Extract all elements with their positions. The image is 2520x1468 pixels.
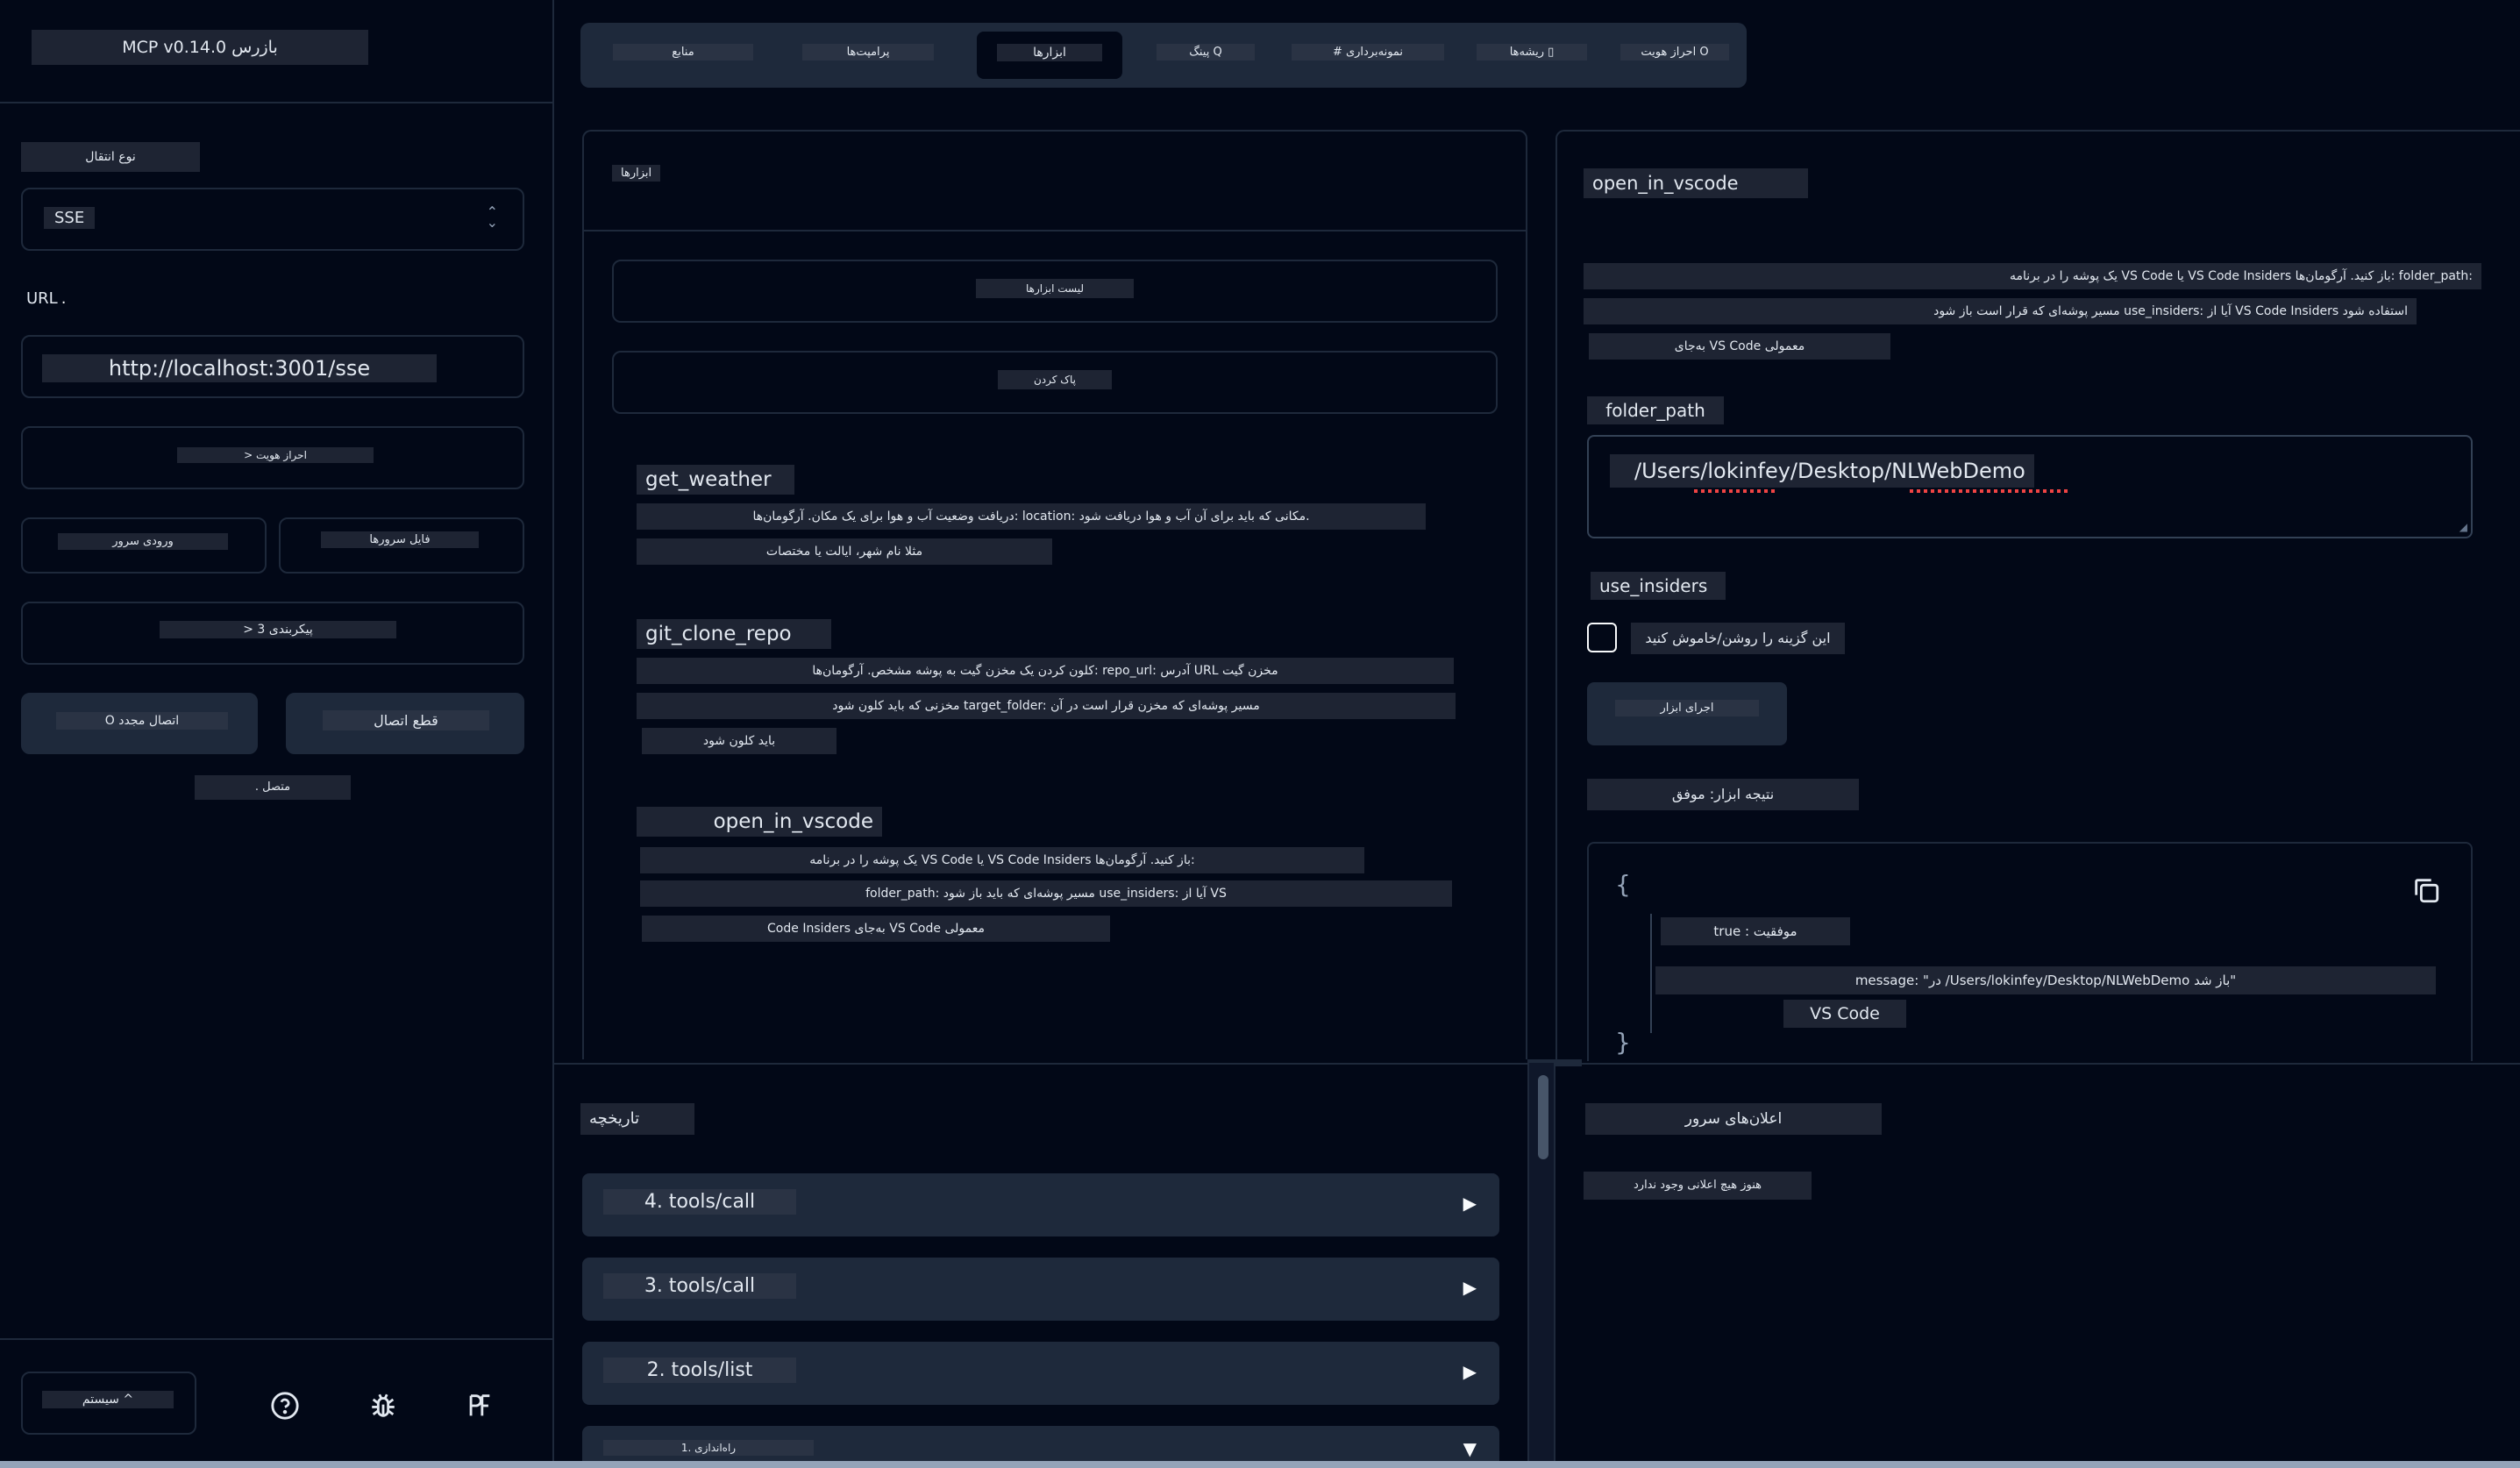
- tool-result-status: نتیجه ابزار: موفق: [1587, 779, 1859, 810]
- tab-prompts[interactable]: پرامپت‌ها: [787, 32, 949, 79]
- history-item[interactable]: 3. tools/call ▶: [582, 1258, 1499, 1321]
- copy-icon[interactable]: [2411, 875, 2441, 905]
- transport-type-label: نوع انتقال: [21, 142, 200, 172]
- sidebar: MCP v0.14.0 بازرس نوع انتقال SSE ⌃ ⌄ URL.…: [0, 0, 554, 1468]
- reconnect-button-label: O اتصال مجدد: [56, 712, 228, 730]
- tab-sampling[interactable]: # نمونه‌برداری: [1285, 32, 1450, 79]
- history-item-label: 1. راه‌اندازی: [603, 1440, 814, 1456]
- transport-type-value: SSE: [44, 207, 96, 229]
- tool-description-line: مخزنی که باید کلون شود target_folder: مس…: [637, 693, 1456, 719]
- history-item-label: 2. tools/list: [603, 1358, 796, 1383]
- json-open-brace: {: [1615, 870, 1631, 899]
- tab-ping[interactable]: پینگ Q: [1145, 32, 1266, 79]
- server-file-button[interactable]: فایل سرورها: [279, 517, 524, 574]
- expand-arrow-icon: ▶: [1463, 1193, 1477, 1214]
- history-scrollbar-thumb[interactable]: [1538, 1075, 1548, 1159]
- tool-detail-description: مسیر پوشه‌ای که قرار است باز شود use_ins…: [1584, 298, 2417, 324]
- json-indent-guide: [1650, 914, 1652, 1033]
- history-item[interactable]: 2. tools/list ▶: [582, 1342, 1499, 1405]
- spellcheck-underline: [1694, 489, 1775, 493]
- tool-item-get-weather[interactable]: get_weather: [637, 465, 794, 495]
- tools-panel-header: ابزارها: [584, 132, 1526, 232]
- tool-description-line: کلون کردن یک مخزن گیت به پوشه مشخص. آرگو…: [637, 658, 1454, 684]
- sidebar-header: MCP v0.14.0 بازرس: [0, 0, 552, 103]
- tab-bar: منابع پرامپت‌ها ابزارها پینگ Q # نمونه‌ب…: [580, 23, 1747, 88]
- authentication-button[interactable]: > احراز هویت: [21, 426, 524, 489]
- folder-path-label: folder_path: [1587, 396, 1724, 424]
- disconnect-button[interactable]: قطع اتصال: [286, 693, 524, 754]
- tab-roots[interactable]: ریشه‌ها ▯: [1466, 32, 1598, 79]
- tab-tools[interactable]: ابزارها: [977, 32, 1122, 79]
- tool-result-json: { true : موفقیت message: "در /Users/loki…: [1587, 842, 2473, 1061]
- server-entry-button[interactable]: ورودی سرور: [21, 517, 267, 574]
- use-insiders-checkbox[interactable]: [1587, 623, 1617, 652]
- tool-detail-panel: open_in_vscode یک پوشه را در برنامه VS C…: [1555, 130, 2520, 1061]
- transport-type-select[interactable]: SSE ⌃ ⌄: [21, 188, 524, 251]
- tab-auth[interactable]: احراز هویت O: [1613, 32, 1736, 79]
- list-tools-button-label: لیست ابزارها: [976, 279, 1134, 298]
- help-icon[interactable]: [270, 1391, 300, 1421]
- expand-arrow-icon: ▶: [1463, 1277, 1477, 1298]
- json-message-continuation: VS Code: [1783, 1000, 1906, 1028]
- history-item[interactable]: 4. tools/call ▶: [582, 1173, 1499, 1236]
- run-tool-button[interactable]: اجرای ابزار: [1587, 682, 1787, 745]
- window-bottom-edge: [0, 1461, 2520, 1468]
- connection-status: . متصل: [195, 775, 351, 800]
- tools-panel: ابزارها لیست ابزارها پاک کردن get_weathe…: [582, 130, 1527, 1059]
- tool-description-line: یک پوشه را در برنامه VS Code یا VS Code …: [640, 847, 1364, 873]
- server-entry-button-label: ورودی سرور: [58, 533, 228, 550]
- server-notifications-title: اعلان‌های سرور: [1585, 1103, 1882, 1135]
- use-insiders-label: use_insiders: [1591, 572, 1726, 600]
- use-insiders-toggle-text: این گزینه را روشن/خاموش کنید: [1631, 623, 1845, 654]
- select-arrows-icon: ⌃ ⌄: [486, 203, 498, 231]
- history-scrollbar[interactable]: [1527, 1063, 1554, 1468]
- configuration-button-label: > 3 پیکربندی: [160, 621, 396, 638]
- spellcheck-underline: [1910, 489, 2068, 493]
- system-theme-button-label: سیستم ^: [42, 1391, 174, 1408]
- github-icon[interactable]: [465, 1391, 495, 1421]
- list-tools-button[interactable]: لیست ابزارها: [612, 260, 1498, 323]
- collapse-arrow-icon: ▼: [1463, 1438, 1477, 1459]
- disconnect-button-label: قطع اتصال: [323, 710, 489, 730]
- configuration-button[interactable]: > 3 پیکربندی: [21, 602, 524, 665]
- app-title: MCP v0.14.0 بازرس: [32, 30, 368, 65]
- folder-path-value: /Users/lokinfey/Desktop/NLWebDemo: [1610, 454, 2034, 488]
- tool-detail-title: open_in_vscode: [1584, 168, 1808, 198]
- expand-arrow-icon: ▶: [1463, 1361, 1477, 1382]
- tools-panel-title: ابزارها: [612, 165, 661, 182]
- system-theme-button[interactable]: سیستم ^: [21, 1372, 196, 1435]
- url-value: http://localhost:3001/sse: [42, 354, 437, 382]
- json-success-line: true : موفقیت: [1661, 917, 1850, 945]
- tool-description-line: مثلا نام شهر، ایالت یا مختصات: [637, 538, 1052, 565]
- server-notifications-panel: اعلان‌های سرور هنوز هیچ اعلانی وجود ندار…: [1554, 1063, 2520, 1468]
- authentication-button-label: > احراز هویت: [177, 447, 374, 463]
- reconnect-button[interactable]: O اتصال مجدد: [21, 693, 258, 754]
- tool-item-open-in-vscode[interactable]: open_in_vscode: [637, 807, 882, 837]
- history-item-label: 3. tools/call: [603, 1273, 796, 1299]
- tool-description-line: folder_path: مسیر پوشه‌ای که باید باز شو…: [640, 880, 1452, 907]
- history-panel: تاریخچه 4. tools/call ▶ 3. tools/call ▶ …: [554, 1063, 1527, 1468]
- run-tool-button-label: اجرای ابزار: [1615, 700, 1759, 716]
- tool-description-line: دریافت وضعیت آب و هوا برای یک مکان. آرگو…: [637, 503, 1426, 530]
- folder-path-input[interactable]: /Users/lokinfey/Desktop/NLWebDemo ◢: [1587, 435, 2473, 538]
- tool-description-line: Code Insiders به‌جای VS Code معمولی: [642, 916, 1110, 942]
- tool-detail-description: به‌جای VS Code معمولی: [1589, 333, 1890, 360]
- server-notifications-empty: هنوز هیچ اعلانی وجود ندارد: [1584, 1172, 1812, 1200]
- url-label: URL.: [26, 289, 67, 308]
- resize-grip-icon[interactable]: ◢: [2459, 521, 2467, 533]
- history-item-label: 4. tools/call: [603, 1189, 796, 1215]
- tab-resources[interactable]: منابع: [600, 32, 766, 79]
- bug-icon[interactable]: [368, 1391, 398, 1421]
- tool-detail-description: یک پوشه را در برنامه VS Code یا VS Code …: [1584, 263, 2481, 289]
- url-input[interactable]: http://localhost:3001/sse: [21, 335, 524, 398]
- history-title: تاریخچه: [580, 1103, 694, 1135]
- tool-description-line: باید کلون شود: [642, 728, 836, 754]
- json-message-line: message: "در /Users/lokinfey/Desktop/NLW…: [1655, 966, 2436, 994]
- tool-item-git-clone-repo[interactable]: git_clone_repo: [637, 619, 831, 649]
- server-file-button-label: فایل سرورها: [321, 531, 479, 548]
- clear-button[interactable]: پاک کردن: [612, 351, 1498, 414]
- json-close-brace: }: [1615, 1028, 1631, 1057]
- clear-button-label: پاک کردن: [998, 370, 1112, 389]
- sidebar-footer: سیستم ^: [0, 1338, 552, 1468]
